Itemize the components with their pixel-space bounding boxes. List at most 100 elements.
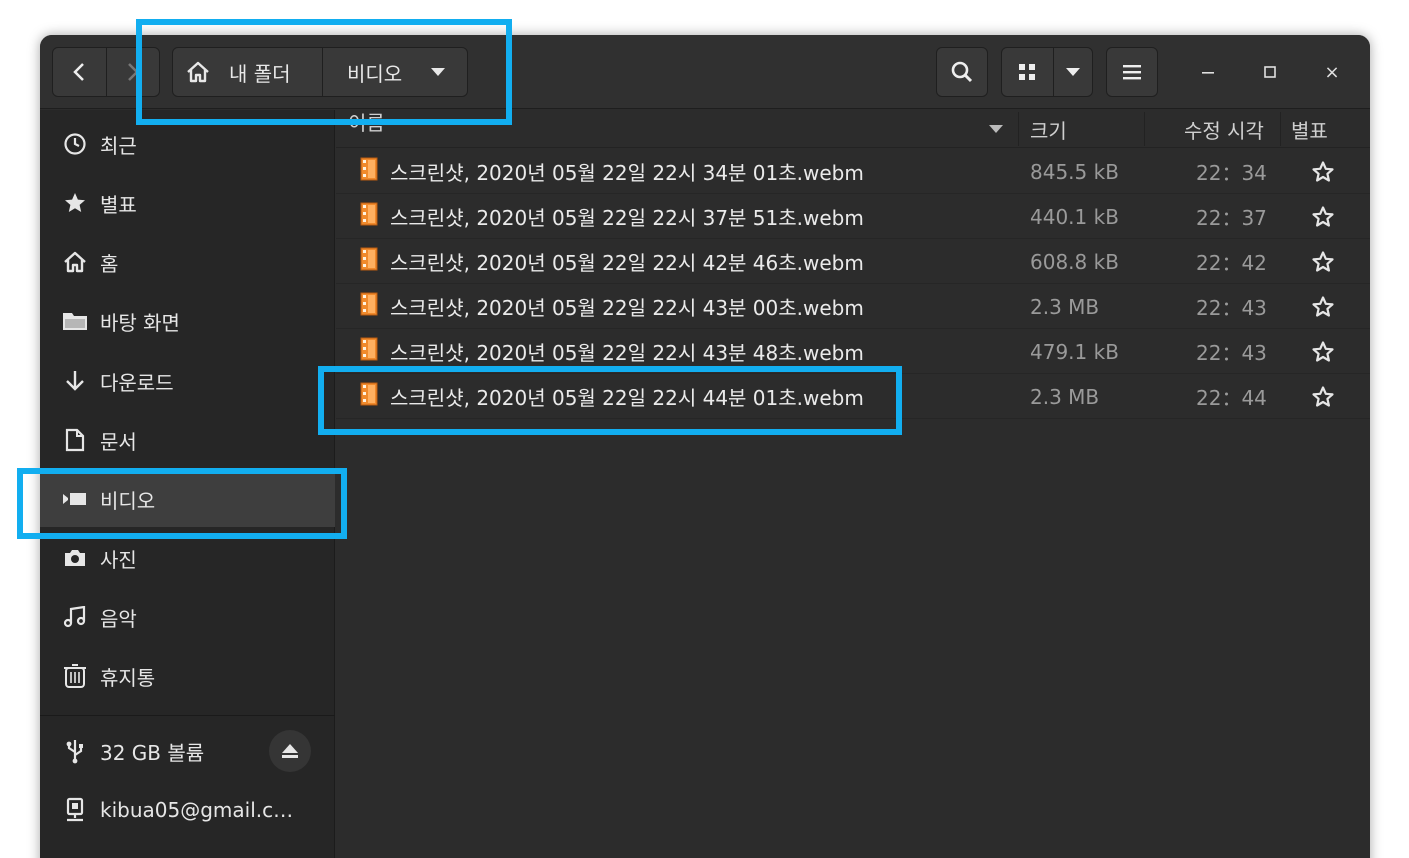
file-size: 608.8 kB [1030, 249, 1119, 274]
home-icon [187, 61, 209, 83]
sidebar-item-recent[interactable]: 최근 [40, 116, 335, 172]
download-icon [62, 368, 88, 394]
file-name-cell: 스크린샷, 2020년 05월 22일 22시 44분 01초.webm [360, 374, 864, 419]
column-header-size[interactable]: 크기 [1030, 110, 1140, 148]
sidebar-item-label: 음악 [100, 606, 137, 631]
path-current-button[interactable]: 비디오 [323, 48, 467, 96]
column-header-modified[interactable]: 수정 시각 [1184, 110, 1284, 148]
column-divider [1018, 112, 1019, 146]
chevron-down-icon [1065, 68, 1080, 76]
table-row[interactable]: 스크린샷, 2020년 05월 22일 22시 43분 48초.webm 479… [336, 329, 1370, 374]
minimize-icon [1202, 72, 1214, 74]
sidebar-item-home[interactable]: 홈 [40, 234, 335, 290]
file-modified-time: 22：44 [1196, 386, 1267, 410]
clock-icon [62, 131, 88, 157]
sidebar-item-documents[interactable]: 문서 [40, 412, 335, 468]
star-toggle[interactable] [1311, 149, 1335, 194]
star-outline-icon [1312, 385, 1334, 407]
search-icon [951, 61, 973, 83]
sidebar-divider [40, 715, 335, 716]
star-toggle[interactable] [1311, 194, 1335, 239]
forward-button[interactable] [105, 48, 159, 96]
star-toggle[interactable] [1311, 374, 1335, 419]
sidebar-item-label: 최근 [100, 133, 137, 158]
column-header-starred[interactable]: 별표 [1291, 110, 1361, 148]
file-modified-time: 22：43 [1196, 341, 1267, 365]
video-file-icon [360, 292, 378, 315]
document-icon [62, 427, 88, 453]
video-file-icon [360, 157, 378, 180]
sidebar-item-label: 다운로드 [100, 370, 174, 395]
star-outline-icon [1312, 205, 1334, 227]
maximize-button[interactable] [1255, 57, 1285, 87]
folder-icon [62, 308, 88, 334]
star-outline-icon [1312, 160, 1334, 182]
sidebar-item-label: 별표 [100, 192, 137, 217]
sidebar-item-pictures[interactable]: 사진 [40, 530, 335, 586]
sidebar-item-desktop[interactable]: 바탕 화면 [40, 293, 335, 349]
path-home-button[interactable]: 내 폴더 [173, 48, 323, 96]
back-button[interactable] [53, 48, 106, 96]
path-home-label: 내 폴더 [229, 61, 291, 86]
video-file-icon [360, 337, 378, 360]
minimize-button[interactable] [1193, 57, 1223, 87]
file-name-cell: 스크린샷, 2020년 05월 22일 22시 37분 51초.webm [360, 194, 864, 239]
star-toggle[interactable] [1311, 239, 1335, 284]
file-modified-time: 22：43 [1196, 296, 1267, 320]
sidebar-item-label: 비디오 [100, 488, 156, 513]
file-size: 479.1 kB [1030, 339, 1119, 364]
table-row[interactable]: 스크린샷, 2020년 05월 22일 22시 42분 46초.webm 608… [336, 239, 1370, 284]
sidebar-item-videos[interactable]: 비디오 [40, 471, 335, 527]
table-row[interactable]: 스크린샷, 2020년 05월 22일 22시 43분 00초.webm 2.3… [336, 284, 1370, 329]
trash-icon [62, 663, 88, 689]
close-button[interactable]: × [1317, 57, 1347, 87]
view-button-group [1001, 47, 1093, 97]
file-list-view: 이름 크기 수정 시각 별표 스크린샷, 2020년 05월 22일 22시 3… [336, 110, 1370, 858]
table-row[interactable]: 스크린샷, 2020년 05월 22일 22시 44분 01초.webm 2.3… [336, 374, 1370, 419]
view-options-button[interactable] [1052, 48, 1092, 96]
eject-button[interactable] [269, 730, 311, 772]
usb-icon [62, 738, 88, 764]
star-toggle[interactable] [1311, 284, 1335, 329]
view-mode-button[interactable] [1002, 48, 1053, 96]
sidebar-item-music[interactable]: 음악 [40, 589, 335, 645]
sidebar-item-label: 휴지통 [100, 665, 156, 690]
column-divider [1144, 112, 1145, 146]
navigation-button-group [52, 47, 160, 97]
sidebar-item-network-account[interactable]: kibua05@gmail.c… [40, 782, 335, 838]
home-icon [62, 249, 88, 275]
column-header-name[interactable]: 이름 [348, 102, 998, 140]
chevron-right-icon [128, 63, 139, 81]
sort-descending-icon [989, 125, 1003, 133]
star-outline-icon [1312, 340, 1334, 362]
file-modified-time: 22：42 [1196, 251, 1267, 275]
sidebar-item-downloads[interactable]: 다운로드 [40, 353, 335, 409]
file-size: 2.3 MB [1030, 384, 1100, 409]
sidebar-item-starred[interactable]: 별표 [40, 175, 335, 231]
file-name: 스크린샷, 2020년 05월 22일 22시 43분 48초.webm [390, 341, 864, 365]
maximize-icon [1264, 66, 1276, 78]
sidebar-item-label: 홈 [100, 251, 119, 276]
main-menu-button[interactable] [1106, 47, 1158, 97]
sidebar-item-trash[interactable]: 휴지통 [40, 648, 335, 704]
column-header-starred-label: 별표 [1291, 118, 1328, 143]
file-modified-time: 22：37 [1196, 206, 1267, 230]
network-account-icon [62, 797, 88, 823]
table-row[interactable]: 스크린샷, 2020년 05월 22일 22시 37분 51초.webm 440… [336, 194, 1370, 239]
file-name: 스크린샷, 2020년 05월 22일 22시 34분 01초.webm [390, 161, 864, 185]
sidebar-item-label: 32 GB 볼륨 [100, 740, 205, 765]
star-toggle[interactable] [1311, 329, 1335, 374]
star-icon [62, 190, 88, 216]
file-size: 845.5 kB [1030, 159, 1119, 184]
table-row[interactable]: 스크린샷, 2020년 05월 22일 22시 34분 01초.webm 845… [336, 149, 1370, 194]
video-icon [62, 486, 88, 512]
file-name-cell: 스크린샷, 2020년 05월 22일 22시 43분 00초.webm [360, 284, 864, 329]
file-name: 스크린샷, 2020년 05월 22일 22시 44분 01초.webm [390, 386, 864, 410]
column-divider [1280, 112, 1281, 146]
chevron-left-icon [73, 63, 85, 81]
close-icon: × [1324, 61, 1340, 83]
grid-icon [1019, 64, 1036, 80]
sidebar: 최근 별표 홈 바탕 화면 다운로드 문서 비디오 사진 음악 휴지통 32 G… [40, 110, 335, 858]
search-button[interactable] [936, 47, 988, 97]
sidebar-item-label: 사진 [100, 547, 137, 572]
